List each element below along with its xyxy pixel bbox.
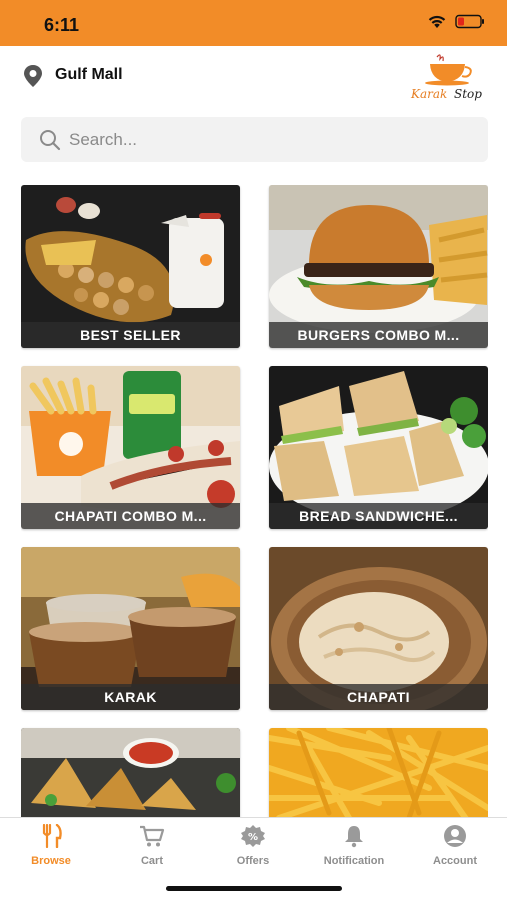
category-card-samosa[interactable] [21, 728, 240, 817]
svg-text:Karak: Karak [410, 87, 447, 101]
category-label: CHAPATI [269, 684, 488, 710]
svg-text:Stop: Stop [454, 87, 482, 101]
home-indicator [166, 886, 342, 891]
tab-label: Cart [140, 855, 163, 867]
category-label: CHAPATI COMBO M... [21, 503, 240, 529]
svg-text:%: % [248, 832, 258, 843]
wifi-icon [428, 15, 446, 28]
tab-notification[interactable]: Notification [309, 824, 399, 868]
category-label: BREAD SANDWICHE... [269, 503, 488, 529]
brand-logo: Karak Stop [410, 54, 482, 101]
fork-knife-icon [42, 823, 62, 849]
app-header: Gulf Mall Karak Stop [0, 46, 507, 108]
status-time: 6:11 [44, 15, 80, 35]
category-card-chapati[interactable]: CHAPATI [269, 547, 488, 710]
tab-account[interactable]: Account [410, 824, 500, 868]
category-card-best-seller[interactable]: BEST SELLER [21, 185, 240, 348]
tab-cart[interactable]: Cart [107, 824, 197, 868]
category-label: BURGERS COMBO M... [269, 322, 488, 348]
tab-browse[interactable]: Browse [6, 823, 96, 868]
category-label: BEST SELLER [21, 322, 240, 348]
samosa-image [21, 728, 240, 817]
search-icon [40, 129, 61, 150]
cart-icon [140, 825, 165, 847]
category-card-chapati-combo[interactable]: CHAPATI COMBO M... [21, 366, 240, 529]
fries-image [269, 728, 488, 817]
search-input[interactable] [69, 129, 449, 150]
category-card-fries[interactable] [269, 728, 488, 817]
category-label: KARAK [21, 684, 240, 710]
tab-label: Notification [323, 855, 385, 867]
status-icons [427, 14, 485, 29]
category-card-karak[interactable]: KARAK [21, 547, 240, 710]
user-icon [444, 825, 466, 847]
search-bar[interactable] [21, 117, 488, 162]
battery-low-icon [455, 14, 484, 29]
status-bar: 6:11 [0, 0, 507, 46]
category-card-bread-sandwiches[interactable]: BREAD SANDWICHE... [269, 366, 488, 529]
tab-label: Browse [31, 855, 71, 867]
location-name[interactable]: Gulf Mall [55, 66, 123, 84]
offer-badge-icon: % [241, 825, 265, 847]
tab-offers[interactable]: % Offers [208, 824, 298, 868]
tab-label: Offers [236, 855, 270, 867]
bell-icon [345, 826, 363, 848]
category-card-burgers-combo[interactable]: BURGERS COMBO M... [269, 185, 488, 348]
tab-label: Account [433, 855, 477, 867]
category-grid: BEST SELLER BURGERS COMBO M... CHAPATI C… [21, 185, 488, 817]
location-pin-icon[interactable] [22, 64, 44, 88]
